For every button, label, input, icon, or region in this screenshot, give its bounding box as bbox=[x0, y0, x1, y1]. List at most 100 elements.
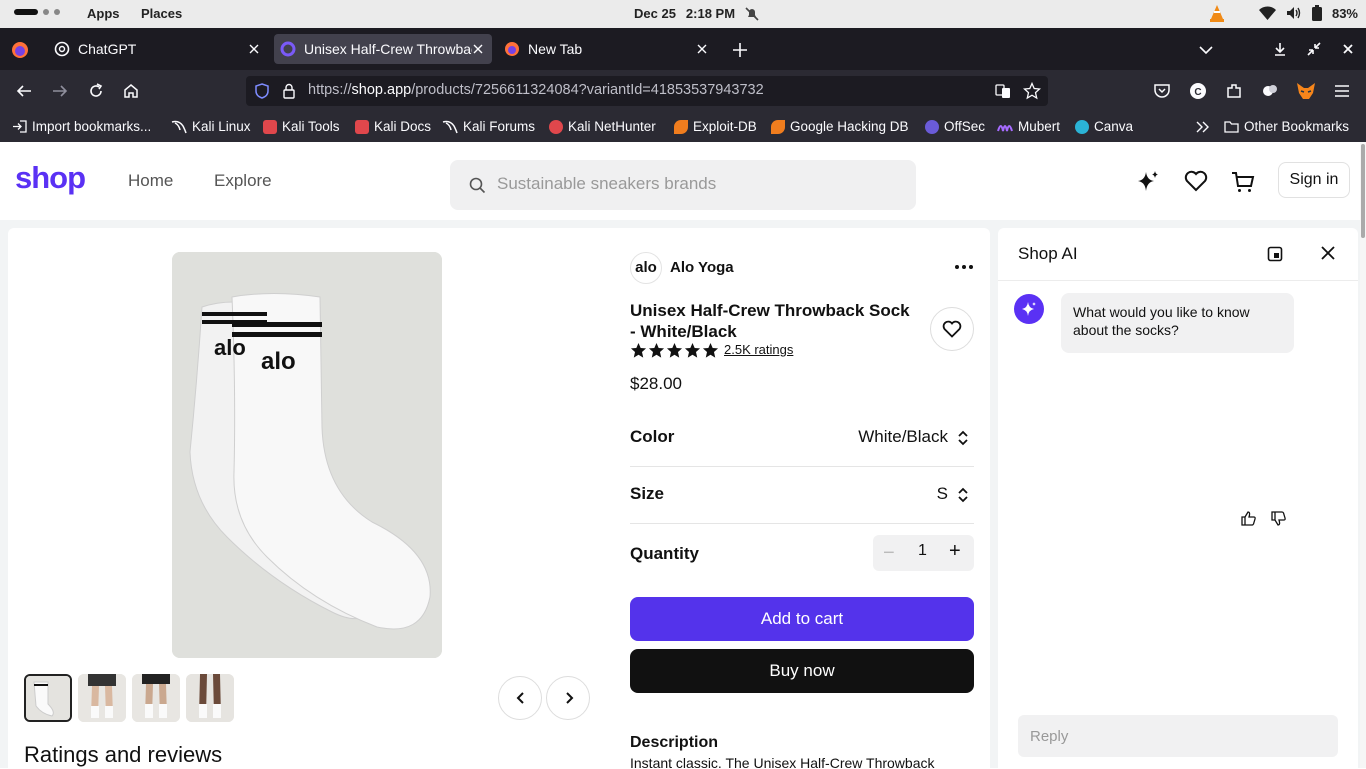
home-icon[interactable] bbox=[122, 82, 140, 100]
battery-percent: 83% bbox=[1331, 5, 1358, 21]
wifi-icon[interactable] bbox=[1258, 6, 1276, 20]
color-value[interactable]: White/Black bbox=[858, 427, 948, 447]
ratings-link[interactable]: 2.5K ratings bbox=[724, 342, 793, 357]
close-tab-icon[interactable] bbox=[694, 41, 710, 57]
next-image-button[interactable] bbox=[546, 676, 590, 720]
thumbnail-1[interactable] bbox=[24, 674, 72, 722]
quantity-stepper[interactable]: − 1 + bbox=[873, 535, 974, 571]
favorites-heart-icon[interactable] bbox=[1184, 170, 1208, 192]
clock[interactable]: Dec 25 2:18 PM bbox=[634, 6, 759, 21]
apps-menu[interactable]: Apps bbox=[87, 6, 120, 21]
url-text[interactable]: https://shop.app/products/7256611324084?… bbox=[308, 82, 764, 98]
translate-icon[interactable] bbox=[995, 83, 1011, 99]
thumbnail-3[interactable] bbox=[132, 674, 180, 722]
bookmark-canva[interactable]: Canva bbox=[1075, 119, 1133, 134]
kali-nethunter-icon bbox=[549, 119, 563, 134]
bookmark-star-icon[interactable] bbox=[1023, 82, 1041, 100]
bookmark-label: OffSec bbox=[944, 119, 986, 134]
scrollbar-thumb[interactable] bbox=[1361, 144, 1365, 238]
system-top-bar: Apps Places Dec 25 2:18 PM 83% bbox=[0, 0, 1366, 28]
search-input[interactable] bbox=[497, 174, 897, 194]
new-tab-plus-icon[interactable] bbox=[731, 41, 749, 59]
list-all-tabs-icon[interactable] bbox=[1197, 41, 1215, 59]
bookmark-label: Exploit-DB bbox=[693, 119, 757, 134]
nav-home[interactable]: Home bbox=[128, 171, 173, 191]
battery-icon[interactable] bbox=[1311, 5, 1322, 21]
favorite-button[interactable] bbox=[930, 307, 974, 351]
firefox-view-icon[interactable] bbox=[11, 41, 29, 59]
exploit-db-icon bbox=[674, 119, 688, 134]
metamask-fox-icon[interactable] bbox=[1296, 82, 1316, 100]
size-selector[interactable]: Size S bbox=[630, 467, 974, 524]
more-bookmarks-chevron-icon[interactable] bbox=[1195, 120, 1211, 134]
bookmark-offsec[interactable]: OffSec bbox=[925, 119, 985, 134]
account-icon[interactable]: C bbox=[1189, 82, 1207, 100]
downloads-icon[interactable] bbox=[1272, 41, 1288, 57]
kali-docs-icon bbox=[355, 119, 369, 134]
close-icon[interactable] bbox=[1320, 245, 1336, 261]
thumbs-up-icon[interactable] bbox=[1241, 511, 1256, 526]
more-options-icon[interactable] bbox=[954, 264, 974, 270]
close-tab-icon[interactable] bbox=[470, 41, 486, 57]
decrease-quantity-button[interactable]: − bbox=[883, 542, 895, 565]
brand-logo[interactable]: alo bbox=[630, 252, 662, 284]
pop-out-icon[interactable] bbox=[1267, 246, 1283, 262]
bookmark-mubert[interactable]: Mubert bbox=[997, 119, 1060, 134]
cart-icon[interactable] bbox=[1231, 170, 1255, 194]
size-value[interactable]: S bbox=[937, 484, 948, 504]
workspace-indicator[interactable] bbox=[14, 9, 60, 15]
search-icon bbox=[469, 177, 486, 194]
vlc-icon[interactable] bbox=[1209, 4, 1225, 22]
back-icon[interactable] bbox=[15, 82, 33, 100]
thumbnail-2[interactable] bbox=[78, 674, 126, 722]
lock-icon[interactable] bbox=[282, 83, 296, 99]
nav-explore[interactable]: Explore bbox=[214, 171, 272, 191]
bookmark-kali-nethunter[interactable]: Kali NetHunter bbox=[549, 119, 656, 134]
shop-logo[interactable]: shop bbox=[15, 160, 86, 196]
extensions-icon[interactable] bbox=[1225, 82, 1243, 100]
volume-icon[interactable] bbox=[1286, 6, 1302, 20]
increase-quantity-button[interactable]: + bbox=[949, 540, 961, 563]
close-tab-icon[interactable] bbox=[246, 41, 262, 57]
bookmark-exploit-db[interactable]: Exploit-DB bbox=[674, 119, 757, 134]
product-main-image[interactable]: alo alo bbox=[172, 252, 442, 658]
buy-now-button[interactable]: Buy now bbox=[630, 649, 974, 693]
close-window-icon[interactable] bbox=[1340, 41, 1356, 57]
pocket-icon[interactable] bbox=[1153, 82, 1171, 100]
forward-icon[interactable] bbox=[51, 82, 69, 100]
reload-icon[interactable] bbox=[87, 82, 105, 100]
extension-puzzle-icon[interactable] bbox=[1261, 82, 1279, 100]
socks-illustration: alo alo bbox=[172, 252, 442, 658]
color-selector[interactable]: Color White/Black bbox=[630, 410, 974, 467]
bookmark-kali-docs[interactable]: Kali Docs bbox=[355, 119, 431, 134]
url-bar[interactable]: https://shop.app/products/7256611324084?… bbox=[246, 76, 1048, 106]
bookmark-kali-linux[interactable]: Kali Linux bbox=[171, 119, 251, 134]
quantity-value[interactable]: 1 bbox=[918, 542, 927, 560]
bookmark-google-hacking-db[interactable]: Google Hacking DB bbox=[771, 119, 909, 134]
system-tray[interactable]: 83% bbox=[1209, 4, 1358, 22]
shop-ai-sparkle-icon[interactable] bbox=[1136, 170, 1160, 194]
product-price: $28.00 bbox=[630, 374, 682, 393]
reply-input[interactable] bbox=[1018, 715, 1338, 757]
restore-window-icon[interactable] bbox=[1306, 41, 1322, 57]
bookmark-import[interactable]: Import bookmarks... bbox=[12, 119, 151, 134]
thumbnail-4[interactable] bbox=[186, 674, 234, 722]
page-scrollbar[interactable] bbox=[1360, 142, 1366, 768]
previous-image-button[interactable] bbox=[498, 676, 542, 720]
bookmark-kali-forums[interactable]: Kali Forums bbox=[442, 119, 535, 134]
brand-name[interactable]: Alo Yoga bbox=[670, 259, 734, 276]
bookmark-kali-tools[interactable]: Kali Tools bbox=[263, 119, 340, 134]
search-box[interactable] bbox=[450, 160, 916, 210]
add-to-cart-button[interactable]: Add to cart bbox=[630, 597, 974, 641]
chevron-left-icon bbox=[516, 692, 524, 704]
tab-chatgpt[interactable]: ChatGPT bbox=[48, 34, 268, 64]
bookmark-other-folder[interactable]: Other Bookmarks bbox=[1224, 119, 1349, 134]
tracking-protection-shield-icon[interactable] bbox=[254, 83, 270, 99]
hamburger-menu-icon[interactable] bbox=[1333, 82, 1351, 100]
tab-product[interactable]: Unisex Half-Crew Throwback bbox=[274, 34, 492, 64]
thumbs-down-icon[interactable] bbox=[1271, 511, 1286, 526]
tab-new-tab[interactable]: New Tab bbox=[498, 34, 716, 64]
sign-in-button[interactable]: Sign in bbox=[1278, 162, 1350, 198]
places-menu[interactable]: Places bbox=[141, 6, 182, 21]
bookmark-label: Kali Tools bbox=[282, 119, 340, 134]
